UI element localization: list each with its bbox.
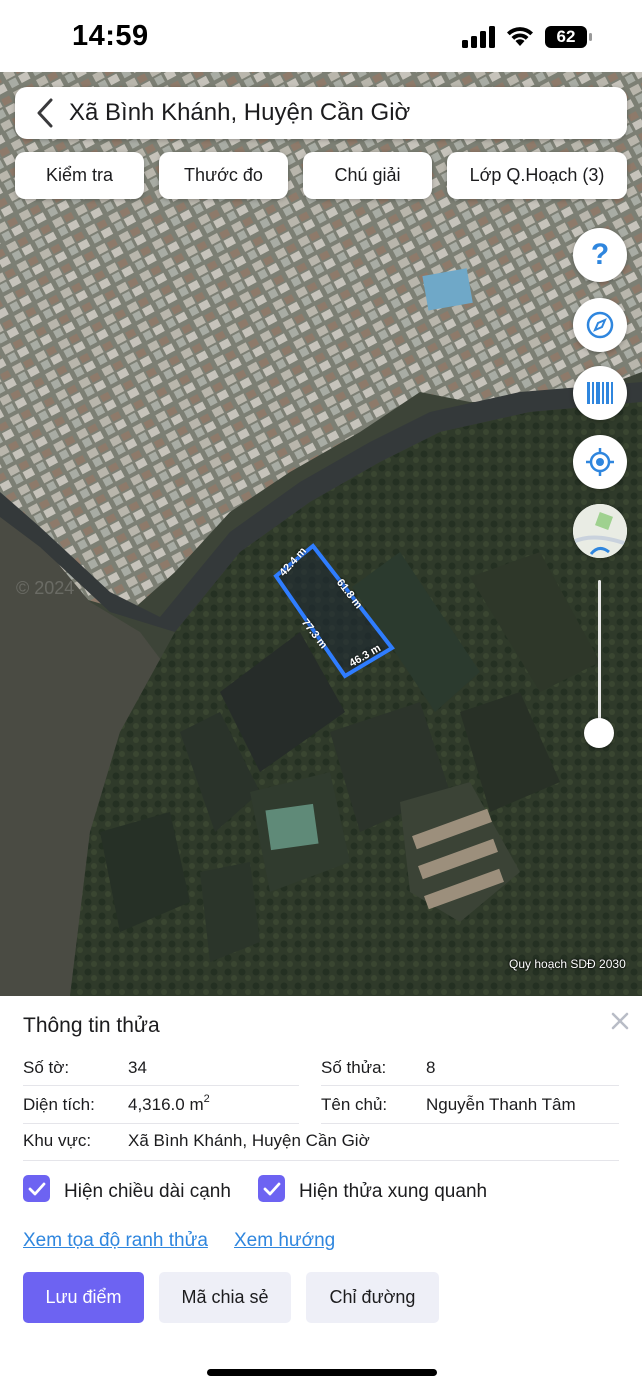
show-neighbors-label[interactable]: Hiện thửa xung quanh	[299, 1181, 487, 1203]
view-direction-link[interactable]: Xem hướng	[234, 1230, 335, 1252]
show-neighbors-checkbox[interactable]	[258, 1175, 285, 1202]
legend-button[interactable]: Chú giải	[303, 152, 432, 199]
area-value: 4,316.0 m2	[128, 1093, 210, 1115]
zoom-slider-track[interactable]	[598, 580, 601, 733]
status-time: 14:59	[72, 20, 149, 52]
parcel-info-sheet: Thông tin thửa Số tờ: 34 Số thửa: 8 Diện…	[0, 996, 642, 1389]
divider	[321, 1123, 619, 1124]
show-edge-length-label[interactable]: Hiện chiều dài cạnh	[64, 1181, 231, 1203]
sheet-title: Thông tin thửa	[23, 1014, 160, 1037]
sheet-number-value: 34	[128, 1058, 147, 1077]
back-chevron-icon[interactable]	[33, 97, 59, 129]
show-edge-length-checkbox[interactable]	[23, 1175, 50, 1202]
checkmark-icon	[28, 1182, 45, 1195]
area-unit-superscript: 2	[203, 1093, 210, 1105]
map-layer-credit: Quy hoạch SDĐ 2030	[509, 957, 626, 971]
parcel-number-label: Số thửa:	[321, 1058, 387, 1077]
help-button[interactable]: ?	[573, 228, 627, 282]
region-label: Khu vực:	[23, 1131, 92, 1150]
divider	[23, 1085, 299, 1086]
barcode-icon	[587, 382, 613, 404]
owner-value: Nguyễn Thanh Tâm	[426, 1095, 576, 1114]
map-type-button[interactable]	[573, 504, 627, 558]
map-watermark: © 2024	[16, 578, 75, 598]
parcel-number-value: 8	[426, 1058, 436, 1077]
signal-icon	[462, 26, 495, 48]
locate-button[interactable]	[573, 435, 627, 489]
share-code-button[interactable]: Mã chia sẻ	[159, 1272, 291, 1323]
area-label: Diện tích:	[23, 1095, 95, 1114]
locate-icon	[586, 448, 614, 476]
location-header[interactable]: Xã Bình Khánh, Huyện Cần Giờ	[15, 87, 627, 139]
measure-button[interactable]: Thước đo	[159, 152, 288, 199]
home-indicator[interactable]	[207, 1369, 437, 1376]
close-icon[interactable]	[609, 1010, 631, 1032]
status-bar: 14:59 62	[0, 0, 642, 72]
check-button[interactable]: Kiểm tra	[15, 152, 144, 199]
satellite-imagery	[0, 72, 642, 996]
owner-label: Tên chủ:	[321, 1095, 388, 1114]
region-value: Xã Bình Khánh, Huyện Cần Giờ	[128, 1131, 370, 1150]
wifi-icon	[507, 27, 533, 46]
save-point-button[interactable]: Lưu điểm	[23, 1272, 144, 1323]
battery-level: 62	[556, 27, 576, 46]
battery-icon: 62	[545, 26, 593, 48]
sheet-number-label: Số tờ:	[23, 1058, 70, 1077]
directions-button[interactable]: Chỉ đường	[306, 1272, 439, 1323]
compass-button[interactable]	[573, 298, 627, 352]
checkmark-icon	[263, 1182, 280, 1195]
divider	[23, 1160, 619, 1161]
map-view[interactable]: 42.4 m 61.8 m 77.3 m 46.3 m © 2024	[0, 72, 642, 996]
divider	[321, 1085, 619, 1086]
planning-layers-button[interactable]: Lớp Q.Hoạch (3)	[447, 152, 627, 199]
compass-icon	[586, 311, 614, 339]
barcode-button[interactable]	[573, 366, 627, 420]
zoom-slider-handle[interactable]	[584, 718, 614, 748]
area-number: 4,316.0 m	[128, 1095, 204, 1114]
location-title: Xã Bình Khánh, Huyện Cần Giờ	[69, 99, 411, 126]
divider	[23, 1123, 299, 1124]
help-icon: ?	[590, 238, 610, 271]
map-type-icon	[573, 504, 627, 558]
view-coordinates-link[interactable]: Xem tọa độ ranh thửa	[23, 1230, 208, 1252]
